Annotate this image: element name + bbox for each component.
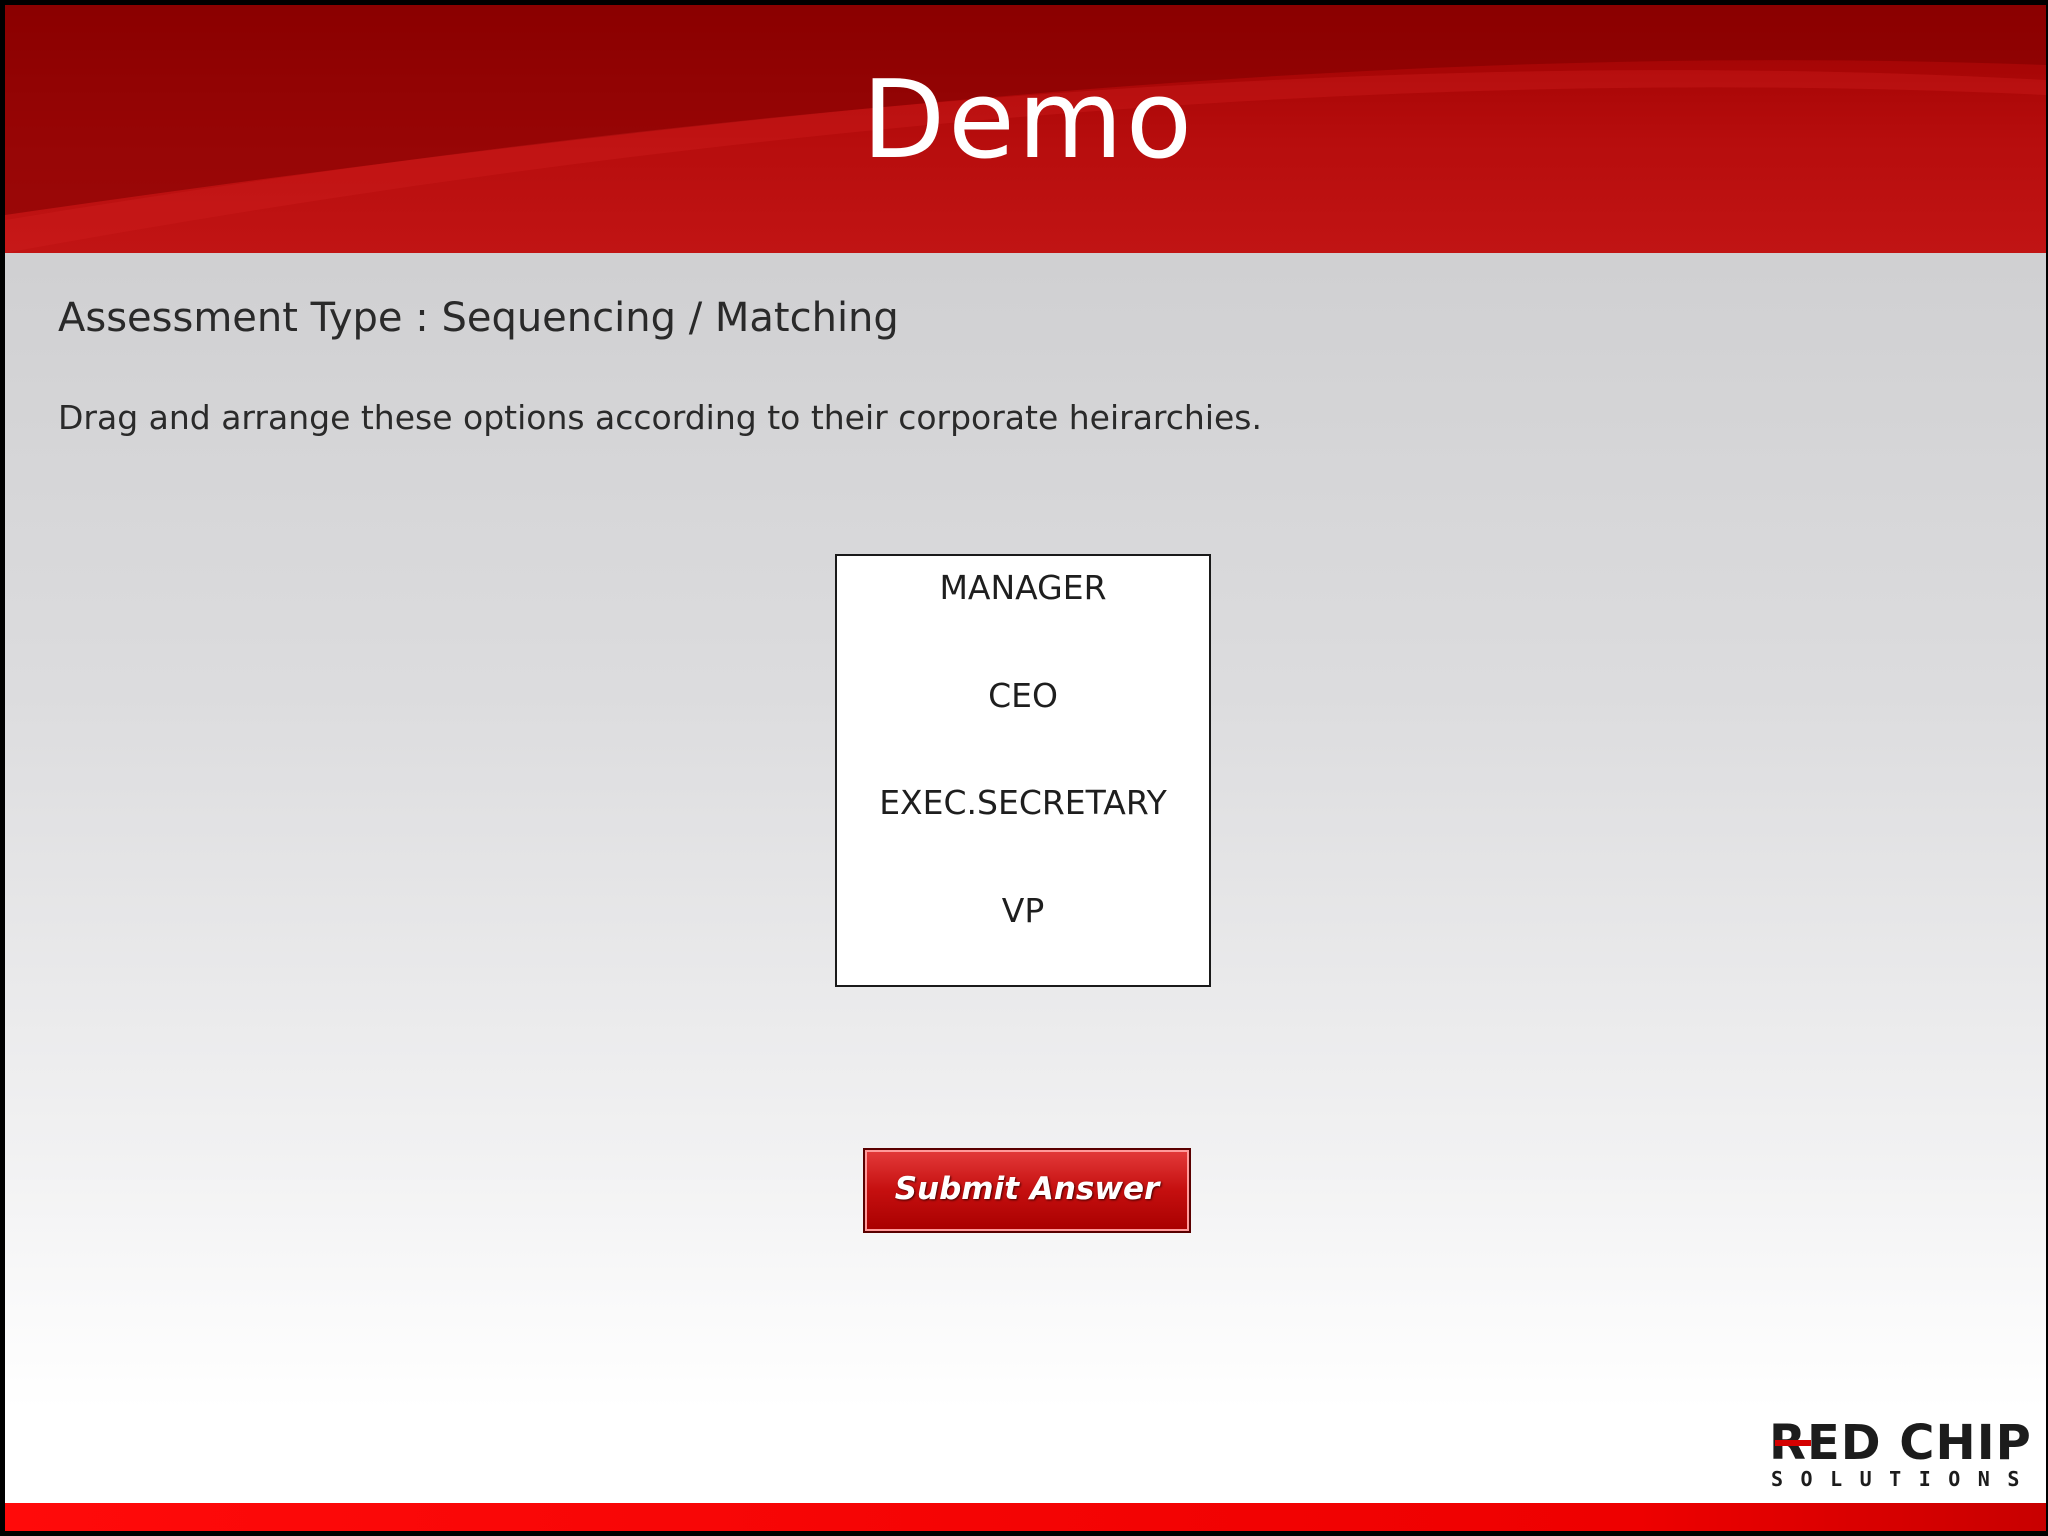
red-chip-logo: RED CHIP SOLUTIONS (1769, 1419, 2031, 1489)
assessment-type-label: Assessment Type : Sequencing / Matching (58, 295, 899, 341)
instruction-text: Drag and arrange these options according… (58, 398, 1262, 437)
submit-answer-button[interactable]: Submit Answer (863, 1148, 1191, 1233)
header-banner: Demo (5, 5, 2046, 253)
draggable-option-manager[interactable]: MANAGER (837, 568, 1209, 608)
draggable-option-exec-secretary[interactable]: EXEC.SECRETARY (837, 783, 1209, 823)
footer-bar (5, 1503, 2046, 1531)
logo-accent-bar (1775, 1440, 1811, 1446)
draggable-option-ceo[interactable]: CEO (837, 676, 1209, 716)
slide-frame: Demo Assessment Type : Sequencing / Matc… (5, 5, 2046, 1531)
logo-sub-text: SOLUTIONS (1771, 1467, 2037, 1491)
page-title: Demo (862, 58, 1195, 183)
sequence-options-box: MANAGER CEO EXEC.SECRETARY VP (835, 554, 1211, 987)
draggable-option-vp[interactable]: VP (837, 891, 1209, 931)
